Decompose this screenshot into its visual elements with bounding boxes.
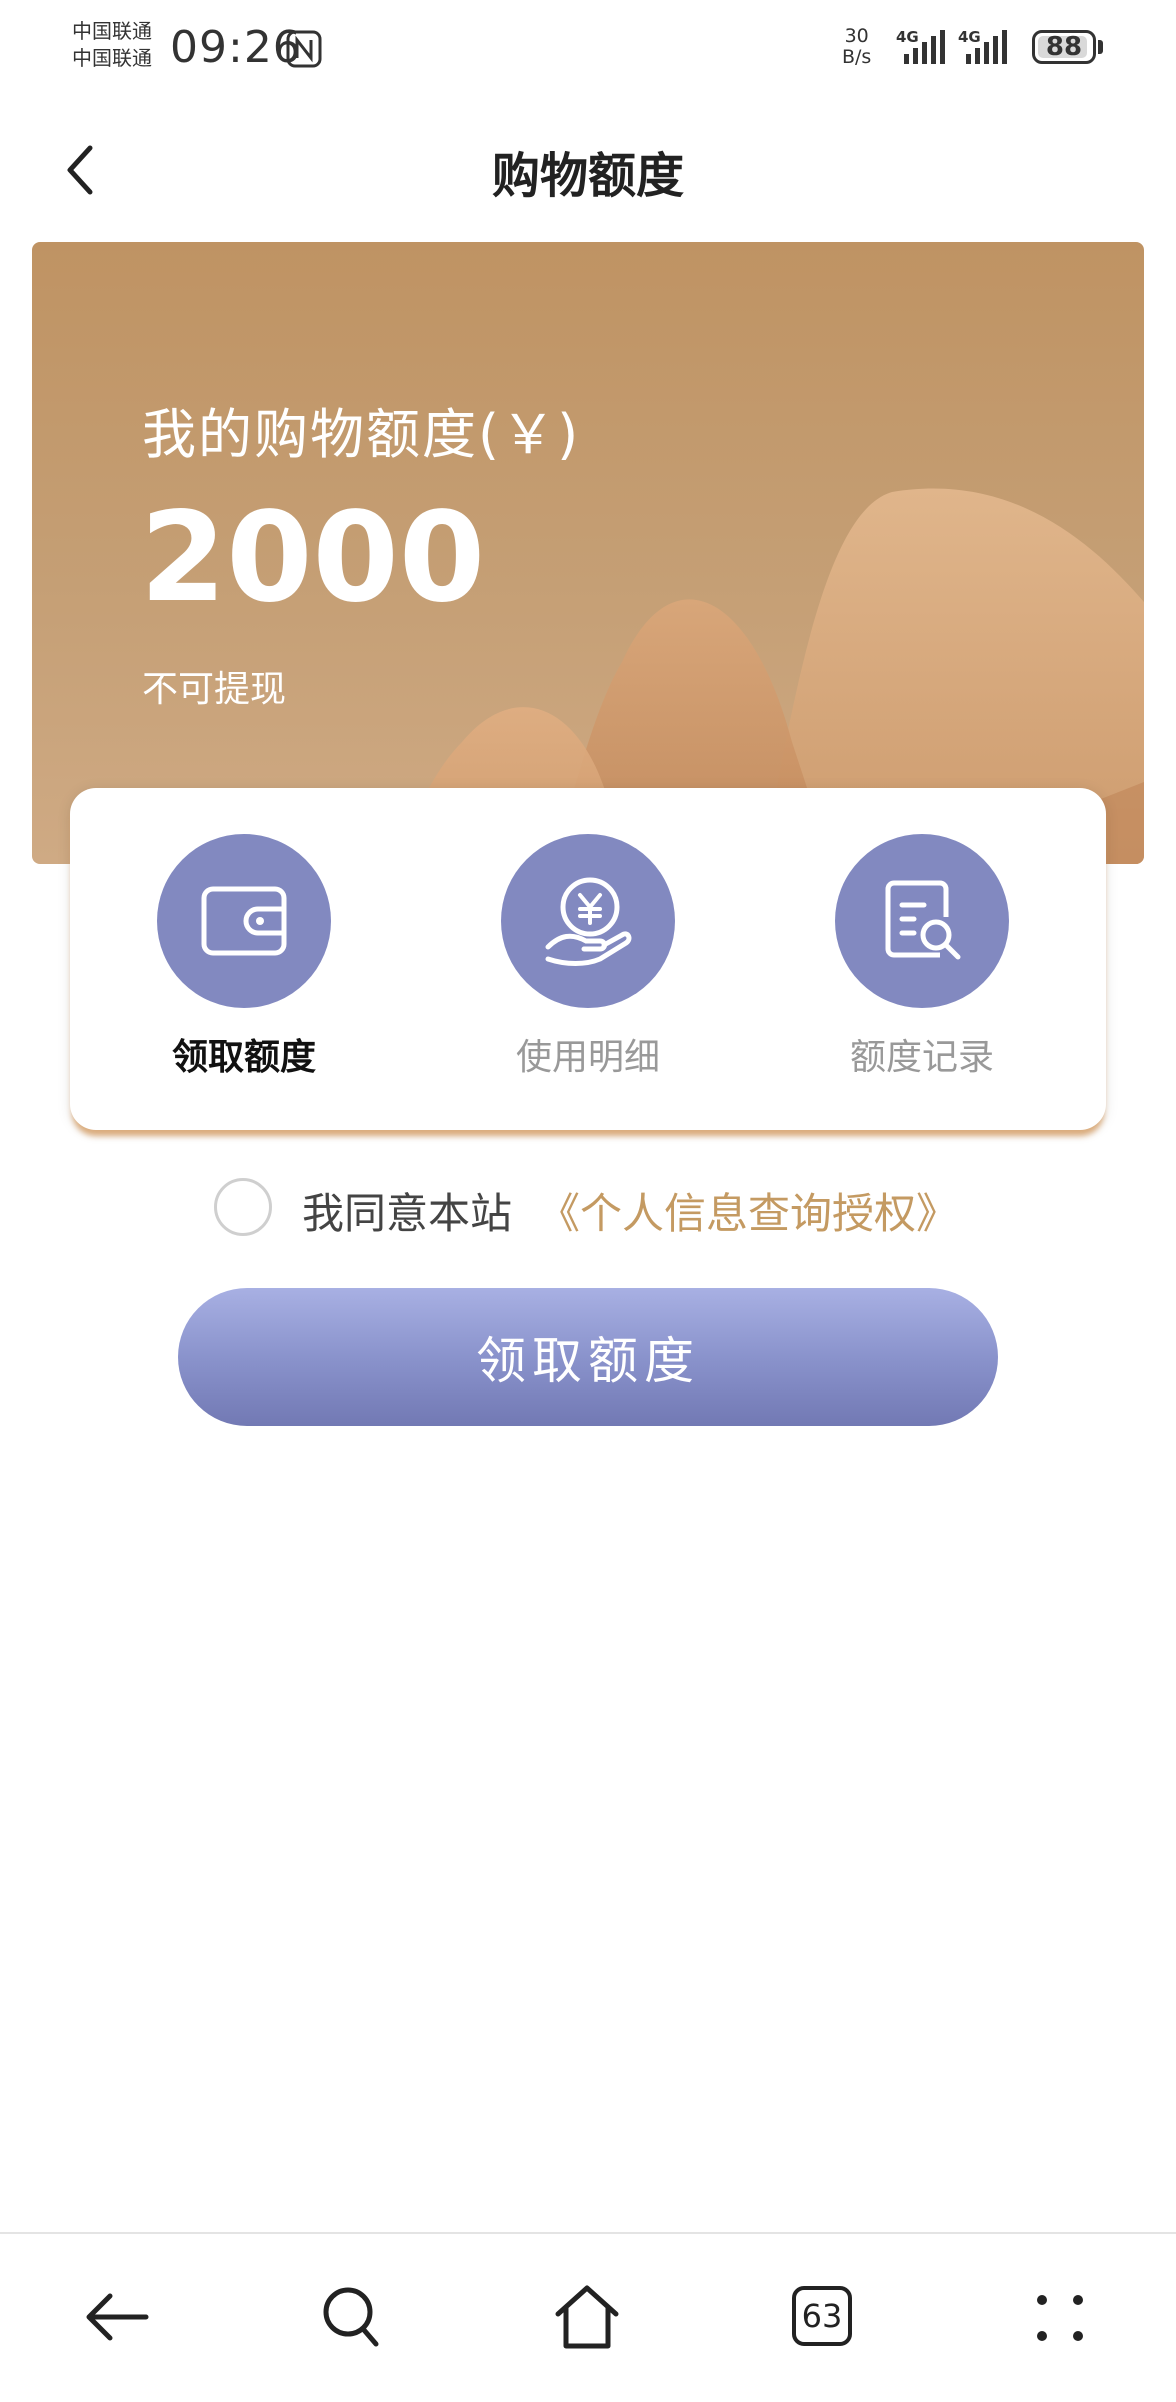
action-label-records: 额度记录 — [849, 1037, 994, 1078]
action-icon-circle — [157, 834, 331, 1008]
more-icon[interactable] — [1022, 2280, 1096, 2354]
browser-nav-bar: 63 — [0, 2232, 1176, 2402]
yen-hand-icon — [545, 877, 632, 966]
action-quota-records[interactable]: 额度记录 — [802, 834, 1042, 1080]
authorization-link[interactable]: 《个人信息查询授权》 — [538, 1180, 958, 1241]
agreement-text: 我同意本站 — [302, 1189, 513, 1238]
battery-tip — [1098, 40, 1103, 54]
back-icon[interactable] — [80, 2280, 154, 2354]
home-icon[interactable] — [550, 2280, 624, 2354]
document-search-icon — [885, 880, 961, 960]
tabs-icon[interactable]: 63 — [792, 2286, 852, 2346]
carrier-1: 中国联通 — [72, 19, 152, 43]
carrier-info: 中国联通 中国联通 — [72, 18, 152, 72]
nfc-icon — [286, 30, 322, 68]
signal-4g-icon: 4G — [896, 28, 945, 64]
action-claim-quota[interactable]: 领取额度 — [124, 834, 364, 1080]
action-label-claim: 领取额度 — [171, 1037, 316, 1078]
network-1-label: 4G — [896, 28, 919, 46]
battery-indicator: 88 — [1032, 30, 1096, 64]
speed-value: 30 — [844, 25, 869, 47]
signal-4g-icon-2: 4G — [958, 28, 1007, 64]
quota-note: 不可提现 — [142, 669, 287, 710]
speed-unit: B/s — [842, 46, 872, 68]
quota-label: 我的购物额度(￥) — [142, 403, 581, 466]
page-title: 购物额度 — [491, 148, 684, 204]
quota-banner: 我的购物额度(￥) 2000 不可提现 — [32, 242, 1144, 864]
search-icon[interactable] — [316, 2280, 390, 2354]
action-icon-circle — [501, 834, 675, 1008]
action-usage-details[interactable]: 使用明细 — [468, 834, 708, 1080]
quota-amount: 2000 — [140, 486, 486, 630]
action-label-usage: 使用明细 — [515, 1037, 660, 1078]
network-2-label: 4G — [958, 28, 981, 46]
action-card: 领取额度 使用明细 额度记录 — [70, 788, 1106, 1130]
action-icon-circle — [835, 834, 1009, 1008]
status-time: 09:26 — [170, 22, 302, 73]
carrier-2: 中国联通 — [72, 46, 152, 70]
claim-quota-button[interactable]: 领取额度 — [178, 1288, 998, 1426]
battery-level: 88 — [1045, 32, 1083, 62]
status-bar: 中国联通 中国联通 09:26 30 B/s 4G 4G 88 — [0, 0, 1176, 100]
wallet-icon — [201, 886, 287, 956]
agreement-checkbox[interactable] — [214, 1178, 272, 1236]
network-speed: 30 B/s — [842, 26, 871, 68]
